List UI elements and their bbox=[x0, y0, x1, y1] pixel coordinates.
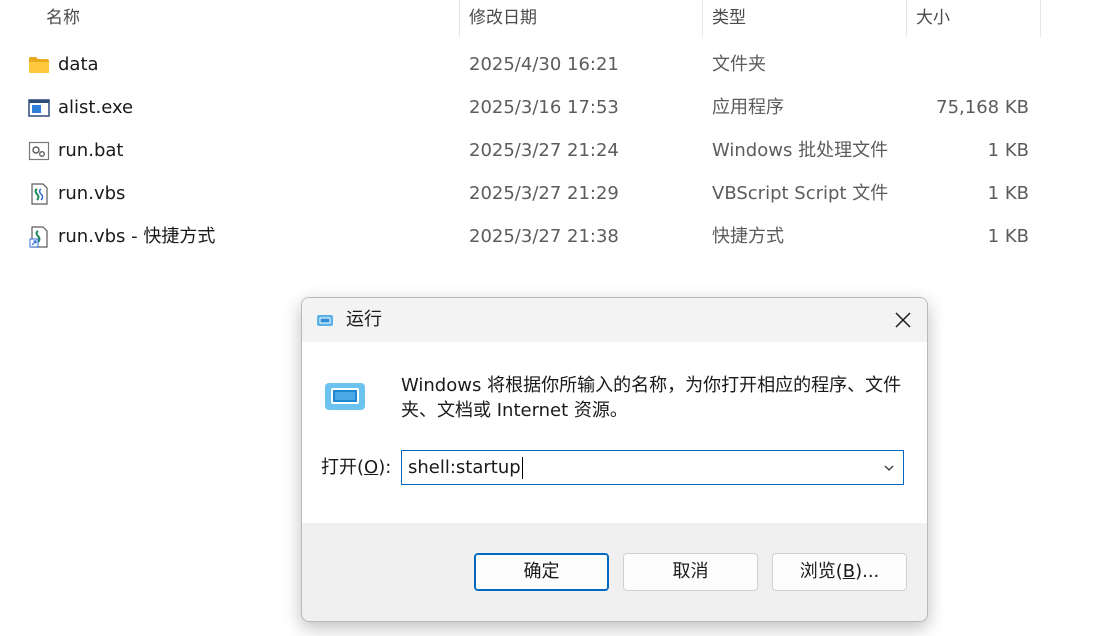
dialog-description: Windows 将根据你所输入的名称，为你打开相应的程序、文件夹、文档或 Int… bbox=[401, 375, 902, 421]
column-divider[interactable] bbox=[906, 0, 907, 37]
column-divider[interactable] bbox=[702, 0, 703, 37]
file-size: 1 KB bbox=[987, 226, 1029, 247]
cancel-button[interactable]: 取消 bbox=[623, 553, 758, 591]
file-date: 2025/4/30 16:21 bbox=[469, 54, 619, 75]
file-date: 2025/3/27 21:38 bbox=[469, 226, 619, 247]
chevron-down-icon[interactable] bbox=[883, 462, 895, 474]
close-button[interactable] bbox=[885, 302, 921, 338]
screen: 名称 修改日期 类型 大小 data 2025/4/30 16:21 文件夹 a… bbox=[0, 0, 1114, 636]
file-list-header: 名称 修改日期 类型 大小 bbox=[0, 0, 1114, 37]
file-type: Windows 批处理文件 bbox=[712, 140, 889, 161]
text-caret bbox=[521, 457, 523, 479]
open-input[interactable]: shell:startup bbox=[408, 451, 523, 484]
column-header-type[interactable]: 类型 bbox=[712, 0, 746, 37]
run-dialog: 运行 Windows 将根据你所输入的名称，为你打开相应的程序、文件夹、文档或 … bbox=[301, 297, 928, 622]
file-type: 快捷方式 bbox=[712, 226, 784, 247]
dialog-body: Windows 将根据你所输入的名称，为你打开相应的程序、文件夹、文档或 Int… bbox=[302, 342, 927, 523]
file-name: alist.exe bbox=[58, 97, 134, 118]
dialog-title: 运行 bbox=[346, 309, 382, 330]
file-row[interactable]: alist.exe 2025/3/16 17:53 应用程序 75,168 KB bbox=[0, 86, 1040, 129]
sort-caret-icon bbox=[242, 0, 254, 4]
column-header-size[interactable]: 大小 bbox=[916, 0, 950, 37]
run-icon bbox=[325, 383, 365, 410]
open-label: 打开(O): bbox=[321, 457, 392, 478]
vbs-icon bbox=[31, 183, 48, 205]
file-type: 文件夹 bbox=[712, 54, 766, 75]
file-name: run.vbs bbox=[58, 183, 126, 204]
exe-icon bbox=[28, 99, 50, 117]
file-name: run.bat bbox=[58, 140, 124, 161]
open-combobox[interactable]: shell:startup bbox=[401, 450, 904, 485]
dialog-title-bar[interactable]: 运行 bbox=[302, 298, 927, 342]
folder-icon bbox=[29, 57, 49, 73]
file-date: 2025/3/27 21:29 bbox=[469, 183, 619, 204]
file-row[interactable]: data 2025/4/30 16:21 文件夹 bbox=[0, 43, 1040, 86]
file-size: 75,168 KB bbox=[936, 97, 1029, 118]
file-type: 应用程序 bbox=[712, 97, 784, 118]
bat-icon bbox=[28, 141, 50, 161]
file-name: data bbox=[58, 54, 99, 75]
file-name: run.vbs - 快捷方式 bbox=[58, 226, 216, 247]
file-row[interactable]: run.vbs - 快捷方式 2025/3/27 21:38 快捷方式 1 KB bbox=[0, 215, 1040, 258]
file-type: VBScript Script 文件 bbox=[712, 183, 889, 204]
shortcut-icon bbox=[29, 226, 48, 248]
file-size: 1 KB bbox=[987, 140, 1029, 161]
column-header-name[interactable]: 名称 bbox=[46, 0, 80, 37]
file-row[interactable]: run.vbs 2025/3/27 21:29 VBScript Script … bbox=[0, 172, 1040, 215]
file-size: 1 KB bbox=[987, 183, 1029, 204]
run-app-icon bbox=[317, 315, 333, 326]
file-date: 2025/3/27 21:24 bbox=[469, 140, 619, 161]
ok-button[interactable]: 确定 bbox=[474, 553, 609, 591]
file-date: 2025/3/16 17:53 bbox=[469, 97, 619, 118]
column-divider[interactable] bbox=[459, 0, 460, 37]
column-divider[interactable] bbox=[1040, 0, 1041, 37]
column-header-date[interactable]: 修改日期 bbox=[469, 0, 537, 37]
close-icon bbox=[895, 312, 911, 328]
file-row[interactable]: run.bat 2025/3/27 21:24 Windows 批处理文件 1 … bbox=[0, 129, 1040, 172]
browse-button[interactable]: 浏览(B)... bbox=[772, 553, 907, 591]
